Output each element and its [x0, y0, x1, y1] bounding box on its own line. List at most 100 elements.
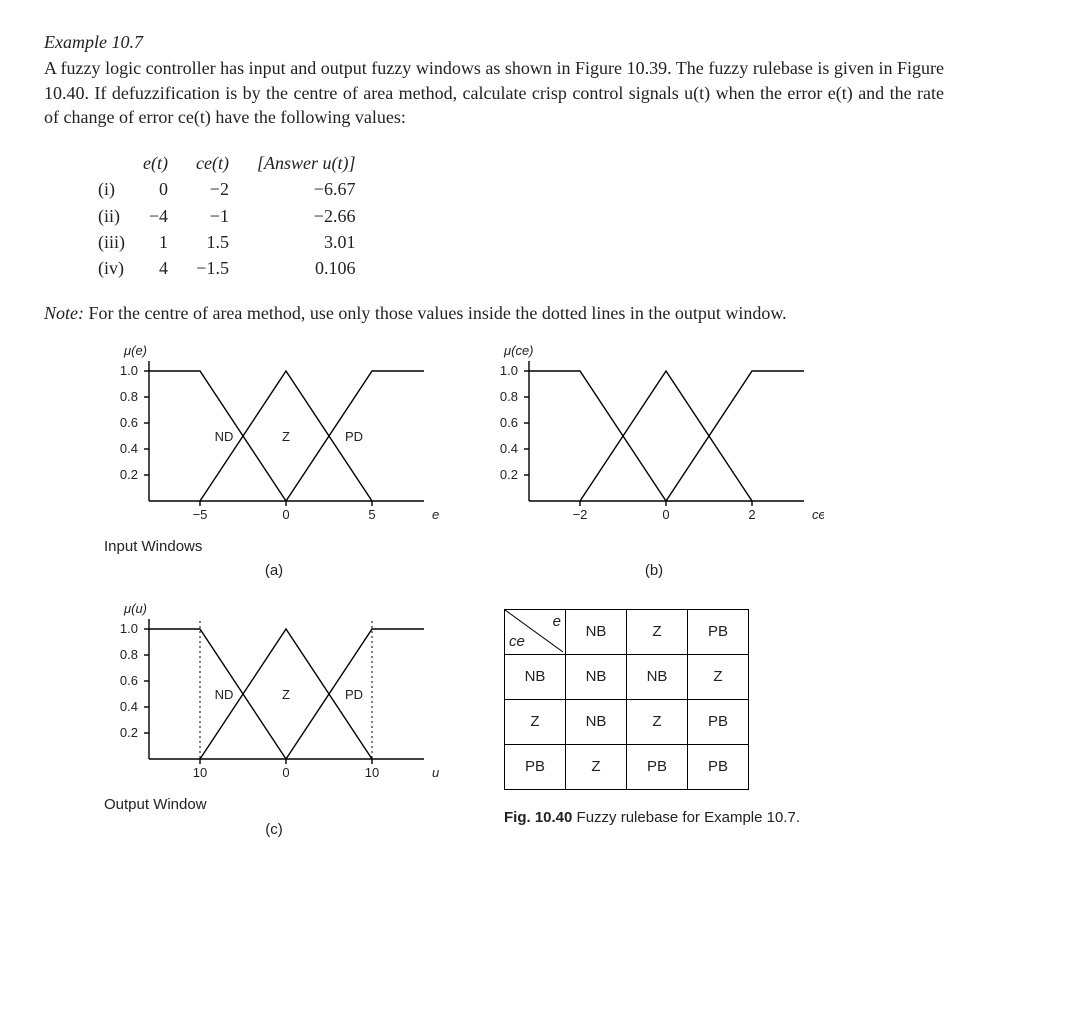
xtick: 10: [365, 765, 379, 780]
col-header: NB: [566, 610, 627, 655]
ytick: 0.2: [120, 467, 138, 482]
answers-header-row: e(t) ce(t) [Answer u(t)]: [84, 151, 369, 177]
ytick: 0.6: [120, 673, 138, 688]
xlabel: e: [432, 507, 439, 522]
plot-row-top: 1.0 0.8 0.6 0.4 0.2 μ(e) −5 0: [104, 341, 1036, 582]
plot-c-bottom-label: Output Window: [104, 795, 444, 815]
answers-table: e(t) ce(t) [Answer u(t)] (i) 0 −2 −6.67 …: [84, 151, 369, 282]
example-heading: Example 10.7: [44, 30, 1036, 54]
answers-row: (ii) −4 −1 −2.66: [84, 204, 369, 230]
row-e: −4: [129, 204, 182, 230]
set-label: Z: [282, 429, 290, 444]
row-roman: (iv): [84, 256, 129, 282]
note-text: For the centre of area method, use only …: [89, 303, 787, 323]
table-row: PB Z PB PB: [505, 745, 749, 790]
answers-row: (iv) 4 −1.5 0.106: [84, 256, 369, 282]
ytick: 0.8: [120, 647, 138, 662]
ytick: 0.6: [500, 415, 518, 430]
cell: Z: [627, 700, 688, 745]
answers-row: (i) 0 −2 −6.67: [84, 177, 369, 203]
xtick: −2: [573, 507, 588, 522]
note-paragraph: Note: For the centre of area method, use…: [44, 301, 944, 325]
row-u: 3.01: [243, 230, 370, 256]
table-row: Z NB Z PB: [505, 700, 749, 745]
set-label: Z: [282, 687, 290, 702]
ylabel: μ(ce): [503, 343, 534, 358]
ytick: 0.8: [500, 389, 518, 404]
rulebase-block: e ce NB Z PB NB NB NB Z Z NB Z: [504, 609, 800, 828]
row-e: 0: [129, 177, 182, 203]
plot-a-caption: (a): [104, 561, 444, 581]
cell: NB: [627, 655, 688, 700]
xtick: 2: [748, 507, 755, 522]
plot-a: 1.0 0.8 0.6 0.4 0.2 μ(e) −5 0: [104, 341, 444, 582]
set-label: ND: [215, 429, 234, 444]
document-page: Example 10.7 A fuzzy logic controller ha…: [0, 0, 1080, 1015]
set-label: PD: [345, 687, 363, 702]
xtick: 0: [282, 507, 289, 522]
row-e: 4: [129, 256, 182, 282]
cell: NB: [566, 700, 627, 745]
row-header: Z: [505, 700, 566, 745]
xlabel: u: [432, 765, 439, 780]
cell: NB: [566, 655, 627, 700]
row-roman: (i): [84, 177, 129, 203]
cell: Z: [566, 745, 627, 790]
plot-c: 1.0 0.8 0.6 0.4 0.2 μ(u) 10 0 10: [104, 599, 444, 840]
cell: PB: [688, 700, 749, 745]
rulebase-caption: Fig. 10.40 Fuzzy rulebase for Example 10…: [504, 808, 800, 828]
row-u: 0.106: [243, 256, 370, 282]
row-ce: −2: [182, 177, 243, 203]
xtick: 5: [368, 507, 375, 522]
diag-label-e: e: [553, 612, 561, 632]
ytick: 0.8: [120, 389, 138, 404]
ytick: 0.6: [120, 415, 138, 430]
xtick: 0: [282, 765, 289, 780]
problem-paragraph: A fuzzy logic controller has input and o…: [44, 56, 944, 129]
plot-c-caption: (c): [104, 820, 444, 840]
col-ce: ce(t): [182, 151, 243, 177]
row-ce: 1.5: [182, 230, 243, 256]
diag-label-ce: ce: [509, 632, 525, 652]
cell: PB: [627, 745, 688, 790]
set-label: ND: [215, 687, 234, 702]
bottom-row: 1.0 0.8 0.6 0.4 0.2 μ(u) 10 0 10: [104, 599, 1036, 840]
cell: Z: [688, 655, 749, 700]
row-u: −6.67: [243, 177, 370, 203]
plot-a-svg: 1.0 0.8 0.6 0.4 0.2 μ(e) −5 0: [104, 341, 444, 531]
rulebase-table: e ce NB Z PB NB NB NB Z Z NB Z: [504, 609, 749, 790]
col-header: Z: [627, 610, 688, 655]
paragraph-text: A fuzzy logic controller has input and o…: [44, 58, 944, 127]
row-e: 1: [129, 230, 182, 256]
ytick: 0.4: [120, 441, 138, 456]
plot-a-bottom-label: Input Windows: [104, 537, 444, 557]
row-roman: (ii): [84, 204, 129, 230]
table-row: NB NB NB Z: [505, 655, 749, 700]
caption-bold: Fig. 10.40: [504, 809, 572, 826]
row-u: −2.66: [243, 204, 370, 230]
ytick: 0.2: [120, 725, 138, 740]
xtick: −5: [193, 507, 208, 522]
rulebase-diag-cell: e ce: [505, 610, 566, 655]
col-u: [Answer u(t)]: [243, 151, 370, 177]
set-label: PD: [345, 429, 363, 444]
table-row: e ce NB Z PB: [505, 610, 749, 655]
ylabel: μ(e): [123, 343, 147, 358]
note-label: Note:: [44, 303, 84, 323]
ytick: 0.2: [500, 467, 518, 482]
xlabel: ce: [812, 507, 824, 522]
xtick: 10: [193, 765, 207, 780]
row-header: NB: [505, 655, 566, 700]
col-header: PB: [688, 610, 749, 655]
cell: PB: [688, 745, 749, 790]
ytick: 1.0: [500, 363, 518, 378]
row-header: PB: [505, 745, 566, 790]
ytick: 0.4: [500, 441, 518, 456]
plot-b: 1.0 0.8 0.6 0.4 0.2 μ(ce) −2 0 2 ce: [484, 341, 824, 582]
plot-c-svg: 1.0 0.8 0.6 0.4 0.2 μ(u) 10 0 10: [104, 599, 444, 789]
row-roman: (iii): [84, 230, 129, 256]
plot-b-caption: (b): [484, 561, 824, 581]
caption-text: Fuzzy rulebase for Example 10.7.: [577, 809, 800, 826]
row-ce: −1: [182, 204, 243, 230]
row-ce: −1.5: [182, 256, 243, 282]
